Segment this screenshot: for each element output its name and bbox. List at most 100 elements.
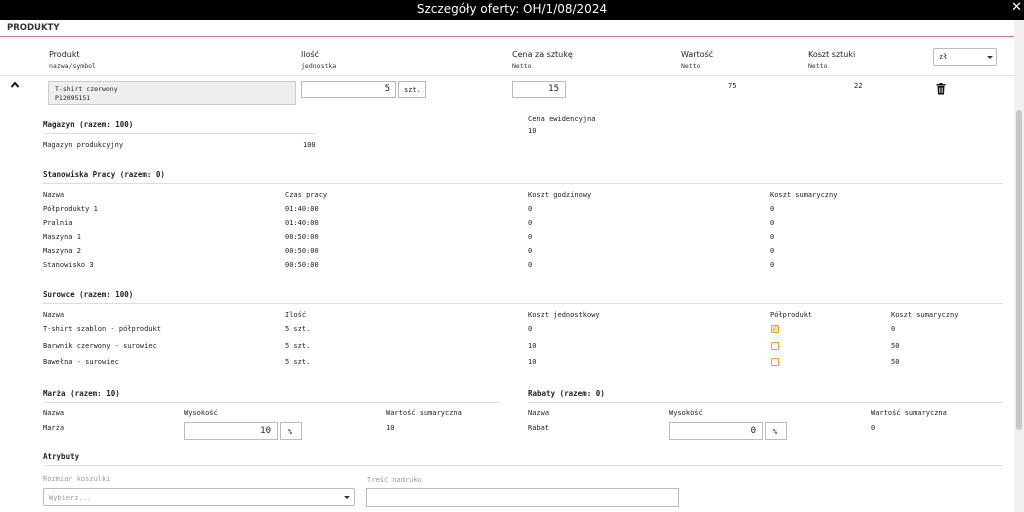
- material-row-unit-cost: 10: [528, 342, 537, 350]
- material-row-name: T-shirt szablon - półprodukt: [43, 325, 162, 333]
- print-text-input[interactable]: [366, 488, 679, 507]
- attributes-divider: [43, 465, 1003, 466]
- warehouse-row-name: Magazyn produkcyjny: [43, 141, 124, 149]
- eval-price-label: Cena ewidencyjna: [528, 115, 596, 123]
- station-row-hourly: 0: [528, 205, 533, 213]
- col-product-sub: nazwa/symbol: [49, 62, 96, 70]
- price-value: 15: [548, 84, 559, 94]
- col-cost-sub: Netto: [808, 62, 828, 70]
- margin-unit: %: [288, 428, 293, 436]
- warehouse-row-value: 100: [303, 141, 316, 149]
- materials-header-qty: Ilość: [285, 311, 307, 319]
- margin-divider: [43, 402, 500, 403]
- currency-value: zł: [939, 53, 948, 61]
- material-row-total: 50: [891, 342, 900, 350]
- materials-header-name: Nazwa: [43, 311, 65, 319]
- material-row-name: Bawełna - surowiec: [43, 358, 119, 366]
- title-bar: Szczegóły oferty: OH/1/08/2024 ✕: [0, 0, 1024, 20]
- size-placeholder: Wybierz...: [49, 494, 92, 502]
- station-row-name: Pralnia: [43, 219, 73, 227]
- materials-title: Surowce (razem: 100): [43, 290, 134, 299]
- materials-divider: [43, 303, 1003, 304]
- stations-header-name: Nazwa: [43, 191, 65, 199]
- discount-amount: 0: [750, 426, 756, 436]
- section-divider: [0, 36, 1014, 37]
- price-input[interactable]: 15: [512, 81, 566, 98]
- station-row-time: 00:50:00: [285, 261, 319, 269]
- discount-divider: [528, 402, 1003, 403]
- margin-title: Marża (razem: 10): [43, 389, 120, 398]
- margin-unit-select[interactable]: %: [280, 422, 302, 440]
- stations-header-hourly: Koszt godzinowy: [528, 191, 592, 199]
- trash-icon[interactable]: [936, 83, 946, 95]
- semi-product-checkbox[interactable]: [771, 358, 779, 366]
- station-row-time: 01:40:00: [285, 219, 319, 227]
- print-label: Treść nadruku: [367, 476, 422, 484]
- stations-divider: [43, 183, 1003, 184]
- unit-select[interactable]: szt.: [398, 81, 426, 98]
- discount-unit-select[interactable]: %: [765, 422, 787, 440]
- materials-header-total: Koszt sumaryczny: [891, 311, 959, 319]
- chevron-down-icon: [344, 496, 350, 499]
- discount-header-name: Nazwa: [528, 409, 550, 417]
- margin-header-name: Nazwa: [43, 409, 65, 417]
- qty-value: 5: [384, 84, 390, 94]
- discount-name: Rabat: [528, 424, 550, 432]
- semi-product-checkbox[interactable]: [771, 342, 779, 350]
- station-row-total: 0: [770, 247, 775, 255]
- material-row-unit-cost: 0: [528, 325, 533, 333]
- col-product-label: Produkt: [49, 50, 80, 59]
- station-row-hourly: 0: [528, 219, 533, 227]
- margin-amount-input[interactable]: 10: [184, 422, 278, 440]
- section-title: PRODUKTY: [7, 23, 60, 33]
- unit-value: szt.: [404, 86, 421, 94]
- station-row-time: 01:40:00: [285, 205, 319, 213]
- station-row-total: 0: [770, 205, 775, 213]
- station-row-hourly: 0: [528, 261, 533, 269]
- header-divider: [0, 75, 1014, 76]
- close-icon[interactable]: ✕: [1011, 0, 1022, 15]
- warehouse-divider: [43, 133, 316, 134]
- station-row-total: 0: [770, 261, 775, 269]
- attributes-title: Atrybuty: [43, 452, 80, 461]
- station-row-total: 0: [770, 219, 775, 227]
- margin-name: Marża: [43, 424, 65, 432]
- station-row-total: 0: [770, 233, 775, 241]
- chevron-down-icon: [987, 56, 993, 59]
- col-value-sub: Netto: [681, 62, 701, 70]
- material-row-total: 50: [891, 358, 900, 366]
- stations-title: Stanowiska Pracy (razem: 0): [43, 170, 165, 179]
- materials-header-semi: Półprodukt: [770, 311, 813, 319]
- discount-title: Rabaty (razem: 0): [528, 389, 605, 398]
- station-row-name: Maszyna 1: [43, 233, 81, 241]
- col-qty-label: Ilość: [301, 50, 320, 59]
- material-row-total: 0: [891, 325, 896, 333]
- station-row-name: Maszyna 2: [43, 247, 81, 255]
- size-select[interactable]: Wybierz...: [43, 488, 355, 506]
- station-row-hourly: 0: [528, 233, 533, 241]
- discount-header-amount: Wysokość: [669, 409, 703, 417]
- scrollbar-thumb[interactable]: [1016, 110, 1022, 430]
- col-qty-sub: jednostka: [301, 62, 337, 70]
- discount-total: 0: [871, 424, 876, 432]
- discount-amount-input[interactable]: 0: [669, 422, 763, 440]
- currency-select[interactable]: zł: [933, 48, 997, 66]
- qty-input[interactable]: 5: [301, 81, 396, 98]
- discount-unit: %: [773, 428, 778, 436]
- material-row-qty: 5 szt.: [285, 325, 311, 333]
- col-price-sub: Netto: [512, 62, 532, 70]
- discount-header-total: Wartość sumaryczna: [871, 409, 947, 417]
- margin-header-amount: Wysokość: [184, 409, 218, 417]
- product-name: T-shirt czerwony: [55, 85, 118, 93]
- material-row-qty: 5 szt.: [285, 358, 311, 366]
- product-cost: 22: [854, 82, 863, 90]
- col-cost-label: Koszt sztuki: [808, 50, 856, 59]
- margin-header-total: Wartość sumaryczna: [386, 409, 462, 417]
- collapse-chevron-up-icon[interactable]: [10, 80, 20, 90]
- station-row-name: Półprodukty 1: [43, 205, 98, 213]
- warehouse-title: Magazyn (razem: 100): [43, 120, 134, 129]
- semi-product-checkbox[interactable]: [771, 325, 779, 333]
- margin-total: 10: [386, 424, 395, 432]
- margin-amount: 10: [260, 426, 271, 436]
- eval-price-value: 10: [528, 127, 537, 135]
